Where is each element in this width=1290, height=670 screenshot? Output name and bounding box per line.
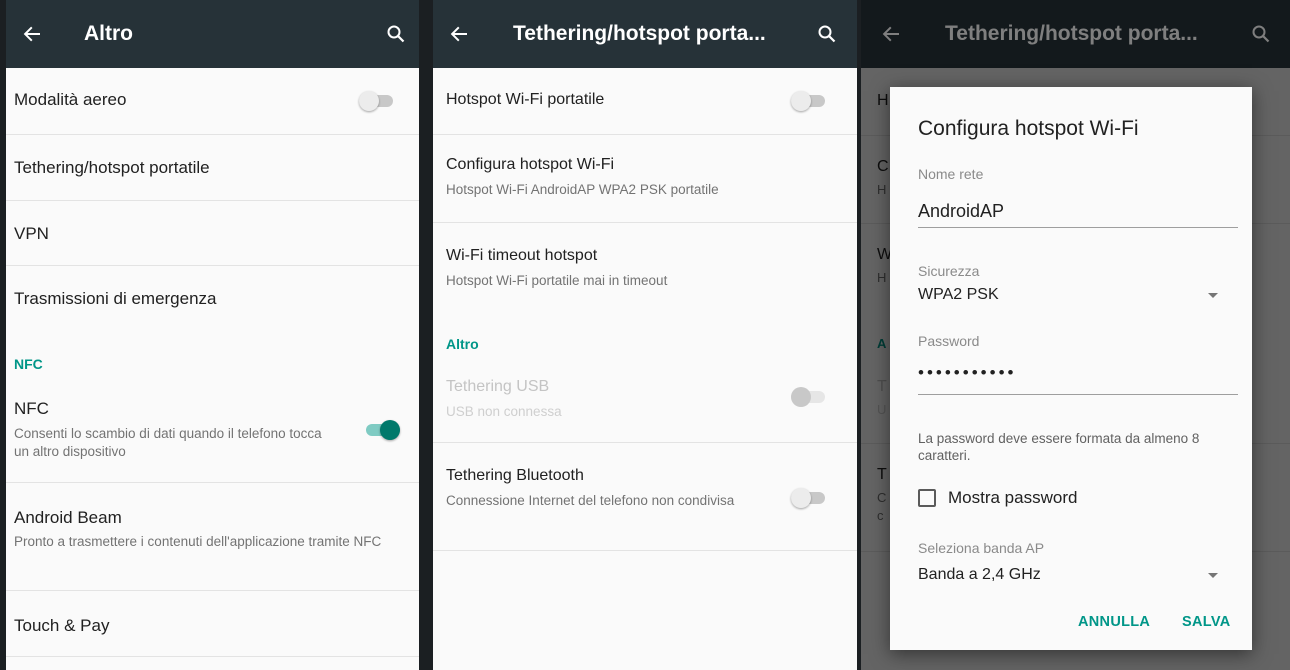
android-beam-description: Pronto a trasmettere i contenuti dell'ap… [14, 534, 382, 549]
security-select[interactable]: WPA2 PSK [918, 286, 999, 304]
nfc-toggle[interactable] [366, 418, 400, 442]
airplane-mode-row[interactable]: Modalità aereo [6, 68, 419, 135]
configure-hotspot-label: Configura hotspot Wi-Fi [446, 156, 615, 173]
dialog-title: Configura hotspot Wi-Fi [918, 117, 1139, 140]
touch-pay-label: Touch & Pay [14, 616, 110, 635]
back-arrow-icon[interactable] [18, 20, 46, 48]
password-hint: La password deve essere formata da almen… [918, 431, 1200, 463]
show-password-checkbox[interactable] [918, 489, 936, 507]
password-underline [918, 394, 1238, 395]
touch-pay-row[interactable]: Touch & Pay [6, 591, 419, 657]
security-dropdown-icon[interactable] [1208, 293, 1218, 298]
password-input[interactable]: ••••••••••• [918, 363, 1016, 383]
tethering-label: Tethering/hotspot portatile [14, 158, 210, 177]
security-label: Sicurezza [918, 263, 980, 279]
settings-panel-dialog: Tethering/hotspot porta... H C H W H A T… [861, 0, 1290, 670]
usb-tethering-description: USB non connessa [446, 404, 562, 419]
android-beam-label: Android Beam [14, 508, 122, 527]
search-icon[interactable] [382, 20, 410, 48]
configure-hotspot-row[interactable]: Configura hotspot Wi-Fi Hotspot Wi-Fi An… [433, 135, 857, 223]
password-label: Password [918, 333, 980, 349]
app-bar-scrim [861, 0, 1290, 68]
settings-panel-altro: Altro Modalità aereo Tethering/hotspot p… [6, 0, 419, 670]
usb-tethering-toggle [791, 385, 825, 409]
bluetooth-tethering-description: Connessione Internet del telefono non co… [446, 493, 735, 508]
back-arrow-icon[interactable] [445, 20, 473, 48]
nfc-section-header: NFC [14, 356, 43, 372]
band-select[interactable]: Banda a 2,4 GHz [918, 566, 1041, 584]
network-name-underline [918, 227, 1238, 228]
cancel-button[interactable]: ANNULLA [1078, 614, 1150, 630]
hotspot-timeout-row[interactable]: Wi-Fi timeout hotspot Hotspot Wi-Fi port… [433, 223, 857, 311]
band-dropdown-icon[interactable] [1208, 573, 1218, 578]
bluetooth-tethering-row[interactable]: Tethering Bluetooth Connessione Internet… [433, 443, 857, 551]
nfc-label: NFC [14, 399, 49, 418]
app-bar: Tethering/hotspot porta... [433, 0, 857, 68]
usb-tethering-label: Tethering USB [446, 378, 550, 395]
hotspot-timeout-label: Wi-Fi timeout hotspot [446, 247, 598, 264]
airplane-mode-toggle[interactable] [359, 89, 393, 113]
page-title: Altro [84, 22, 133, 45]
wifi-hotspot-row[interactable]: Hotspot Wi-Fi portatile [433, 68, 857, 135]
altro-section-header: Altro [446, 336, 479, 352]
bluetooth-tethering-label: Tethering Bluetooth [446, 467, 584, 484]
bluetooth-tethering-toggle[interactable] [791, 486, 825, 510]
hotspot-timeout-description: Hotspot Wi-Fi portatile mai in timeout [446, 273, 668, 288]
android-beam-row[interactable]: Android Beam Pronto a trasmettere i cont… [6, 483, 419, 591]
app-bar: Tethering/hotspot porta... [861, 0, 1290, 68]
nfc-row[interactable]: NFC Consenti lo scambio di dati quando i… [6, 384, 419, 483]
settings-panel-tethering: Tethering/hotspot porta... Hotspot Wi-Fi… [433, 0, 857, 670]
show-password-label[interactable]: Mostra password [948, 488, 1077, 508]
wifi-hotspot-label: Hotspot Wi-Fi portatile [446, 91, 605, 108]
network-name-label: Nome rete [918, 166, 984, 182]
nfc-description: Consenti lo scambio di dati quando il te… [14, 426, 322, 459]
page-title: Tethering/hotspot porta... [513, 22, 766, 45]
vpn-row[interactable]: VPN [6, 201, 419, 266]
search-icon[interactable] [813, 20, 841, 48]
app-bar: Altro [6, 0, 419, 68]
configure-hotspot-description: Hotspot Wi-Fi AndroidAP WPA2 PSK portati… [446, 182, 719, 197]
wifi-hotspot-toggle[interactable] [791, 89, 825, 113]
vpn-label: VPN [14, 224, 49, 243]
emergency-broadcast-row[interactable]: Trasmissioni di emergenza [6, 266, 419, 332]
band-label: Seleziona banda AP [918, 540, 1045, 556]
emergency-broadcast-label: Trasmissioni di emergenza [14, 289, 217, 308]
save-button[interactable]: SALVA [1182, 614, 1231, 630]
tethering-row[interactable]: Tethering/hotspot portatile [6, 135, 419, 201]
airplane-mode-label: Modalità aereo [14, 90, 127, 109]
network-name-input[interactable]: AndroidAP [918, 201, 1004, 222]
configure-hotspot-dialog: Configura hotspot Wi-Fi Nome rete Androi… [890, 87, 1252, 650]
usb-tethering-row: Tethering USB USB non connessa [433, 360, 857, 443]
